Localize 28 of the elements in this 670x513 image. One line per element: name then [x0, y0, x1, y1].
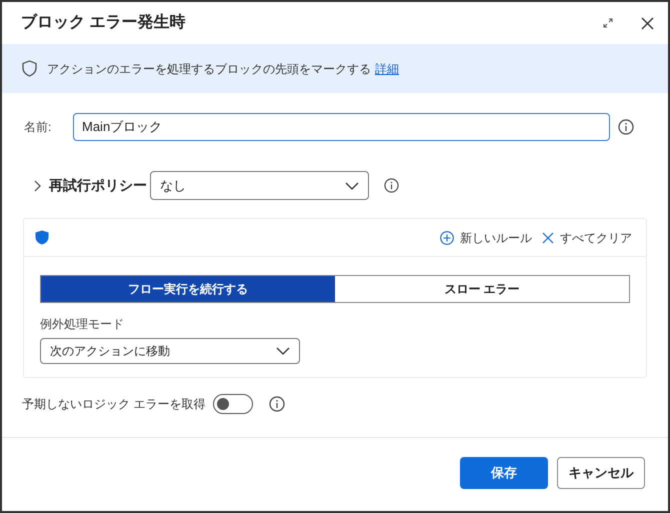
option-tab[interactable]: フロー実行を続行する [41, 276, 335, 302]
expand-icon[interactable] [603, 18, 613, 28]
field-label: 名前: [24, 119, 52, 136]
shield-icon [35, 230, 49, 245]
chevron-down-icon [276, 347, 290, 355]
chevron-right-icon[interactable] [32, 180, 42, 192]
retry-policy-label: 再試行ポリシー [49, 176, 147, 195]
new-rule-button[interactable]: 新しいルール [440, 224, 532, 250]
close-icon[interactable] [641, 16, 654, 30]
shield-icon [22, 60, 37, 77]
info-icon[interactable] [269, 396, 286, 412]
info-icon[interactable] [384, 178, 399, 193]
mode-dropdown[interactable]: 次のアクションに移動 [40, 338, 300, 364]
chevron-down-icon [345, 182, 359, 190]
toggle-switch[interactable] [213, 394, 254, 414]
name-field[interactable]: Mainブロック [73, 113, 610, 141]
window-title: ブロック エラー発生時 [21, 12, 186, 33]
retry-policy-dropdown[interactable]: なし [150, 171, 369, 200]
details-link[interactable]: 詳細 [375, 60, 399, 78]
clear-all-button[interactable]: すべてクリア [542, 224, 632, 250]
cancel-button[interactable]: キャンセル [557, 457, 645, 489]
banner-text: アクションのエラーを処理するブロックの先頭をマークする [47, 60, 371, 78]
field-label: 例外処理モード [40, 316, 125, 333]
close-icon [542, 232, 554, 244]
logic-error-label: 予期しないロジック エラーを取得 [22, 396, 206, 413]
plus-circle-icon [440, 230, 454, 244]
save-button[interactable]: 保存 [460, 457, 548, 489]
info-icon[interactable] [618, 119, 634, 135]
